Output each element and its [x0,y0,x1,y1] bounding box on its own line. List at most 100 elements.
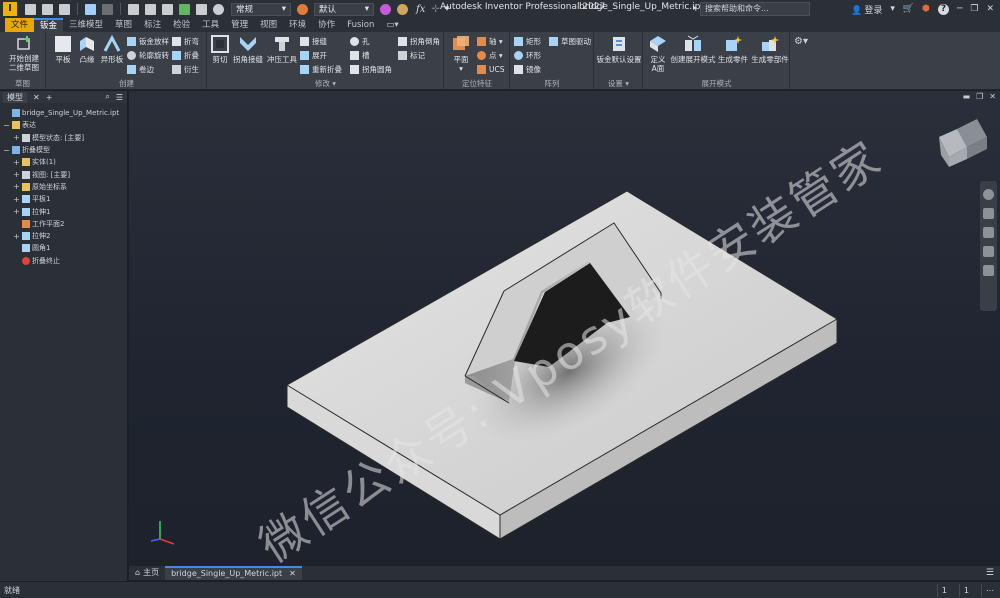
app-store-icon[interactable]: ⬢ [922,4,930,14]
tree-node[interactable]: 折叠终止 [0,255,127,267]
cart-icon[interactable]: 🛒 [903,4,914,14]
tab-1[interactable]: 钣金 [34,18,64,32]
update-icon[interactable] [179,3,190,15]
rip-button[interactable]: 接缝 [300,36,327,47]
tree-node[interactable]: + 实体(1) [0,156,127,168]
ribbon-options-icon[interactable]: ⚙▾ [794,36,808,47]
tree-node[interactable]: + 平板1 [0,193,127,205]
contour-roll-button[interactable]: 钣金放样 [127,36,169,47]
clear-appearance-icon[interactable] [397,3,408,15]
refold-button[interactable]: 重新折叠 [300,64,342,75]
tree-node[interactable]: + 原始坐标系 [0,181,127,193]
select-icon[interactable] [162,3,173,15]
appearance-icon[interactable] [297,3,308,15]
corner-round-button[interactable]: 拐角圆角 [350,64,392,75]
tab-overflow-icon[interactable]: ▭▾ [380,18,404,32]
expand-icon[interactable]: + [13,182,20,191]
sheet-metal-defaults-button[interactable]: 钣金默认设置 [595,35,643,64]
browser-tab-model[interactable]: 模型 [3,91,27,103]
rectangular-pattern-button[interactable]: 矩形 [514,36,541,47]
tab-9[interactable]: 环境 [283,18,312,32]
axis-button[interactable]: 轴 ▾ [477,36,503,47]
tree-node[interactable]: + 视图: [主要] [0,168,127,180]
appearance-select[interactable]: 默认 ▾ [314,2,374,16]
undo-icon[interactable] [85,3,96,15]
add-browser-tab-button[interactable]: + [46,93,53,102]
document-tab-active[interactable]: bridge_Single_Up_Metric.ipt ✕ [165,566,302,580]
expand-icon[interactable]: + [13,195,20,204]
close-icon[interactable]: ✕ [289,568,296,580]
help-search-input[interactable]: 搜索帮助和命令... [700,2,810,16]
steering-wheel-icon[interactable] [983,189,994,200]
tree-node[interactable]: + 模型状态: [主要] [0,132,127,144]
tree-node[interactable]: bridge_Single_Up_Metric.ipt [0,107,127,119]
panel-label-setup[interactable]: 设置 ▾ [595,78,642,89]
expand-icon[interactable]: + [13,170,20,179]
slot-button[interactable]: 槽 [350,50,370,61]
point-button[interactable]: 点 ▾ [477,50,503,61]
graphics-viewport[interactable]: ▬ ❐ ✕ 微信公众号: Vposy软件安装管家 [129,91,1000,566]
define-a-side-button[interactable]: 定义 A面 [646,35,670,73]
sketch-driven-pattern-button[interactable]: 草图驱动 [549,36,591,47]
close-icon[interactable]: ✕ [986,4,994,14]
tab-6[interactable]: 工具 [196,18,225,32]
fold-button[interactable]: 折叠 [172,50,199,61]
return-icon[interactable] [145,3,156,15]
zoom-icon[interactable] [983,227,994,238]
material-clear-icon[interactable] [213,3,224,15]
circular-pattern-button[interactable]: 环形 [514,50,541,61]
help-icon[interactable]: ? [937,3,949,15]
tree-node[interactable]: 工作平面2 [0,218,127,230]
expand-icon[interactable]: − [3,146,10,155]
tab-4[interactable]: 标注 [138,18,167,32]
tree-node[interactable]: + 拉伸1 [0,205,127,217]
menu-icon[interactable]: ☰ [116,93,123,102]
tree-node[interactable]: 圆角1 [0,242,127,254]
ucs-button[interactable]: UCS [477,64,505,75]
tree-node[interactable]: + 拉伸2 [0,230,127,242]
tab-11[interactable]: Fusion [341,18,380,32]
minimize-icon[interactable]: ─ [957,4,962,14]
add-icon[interactable]: ✛ [431,4,439,15]
look-at-icon[interactable] [983,265,994,276]
tab-3[interactable]: 草图 [109,18,138,32]
tab-8[interactable]: 视图 [254,18,283,32]
cut-button[interactable]: 剪切 [208,35,232,64]
derive-button[interactable]: 衍生 [172,64,199,75]
bend-button[interactable]: 折弯 [172,36,199,47]
make-part-button[interactable]: 生成零件 [716,35,750,64]
restore-icon[interactable]: ❐ [970,4,978,14]
tab-0[interactable]: 文件 [5,18,35,32]
expand-icon[interactable]: − [3,121,10,130]
hem-button[interactable]: 卷边 [127,64,154,75]
fx-icon[interactable]: fx [416,4,425,15]
expand-icon[interactable]: + [13,207,20,216]
open-file-icon[interactable] [42,3,53,15]
face-button[interactable]: 平板 [51,35,75,64]
material-select[interactable]: 常规 ▾ [231,2,291,16]
tab-10[interactable]: 协作 [312,18,341,32]
flange-button[interactable]: 凸缘 [75,35,99,64]
contour-flange-button[interactable]: 异形板 [99,35,125,64]
mirror-button[interactable]: 镜像 [514,64,541,75]
hole-button[interactable]: 孔 [350,36,370,47]
home-tab[interactable]: ⌂ 主页 [129,566,165,580]
home-icon[interactable] [128,3,139,15]
save-icon[interactable] [59,3,70,15]
new-file-icon[interactable] [25,3,36,15]
inventor-logo-icon[interactable]: I [3,2,17,16]
search-icon[interactable]: ⌕ [105,92,109,102]
make-components-button[interactable]: 生成零部件 [750,35,790,64]
panel-label-modify[interactable]: 修改 ▾ [208,78,443,89]
expand-icon[interactable]: + [13,232,20,241]
plane-button[interactable]: 平面 ▾ [447,35,475,73]
orbit-icon[interactable] [983,246,994,257]
redo-icon[interactable] [102,3,113,15]
status-settings-icon[interactable]: ⋯ [981,584,1000,597]
close-icon[interactable]: ✕ [33,93,40,102]
tab-2[interactable]: 三维模型 [63,18,109,32]
tree-node[interactable]: − 表达 [0,119,127,131]
measure-icon[interactable] [196,3,207,15]
expand-icon[interactable]: + [13,133,20,142]
chevron-down-icon[interactable]: ▾ [890,4,895,14]
